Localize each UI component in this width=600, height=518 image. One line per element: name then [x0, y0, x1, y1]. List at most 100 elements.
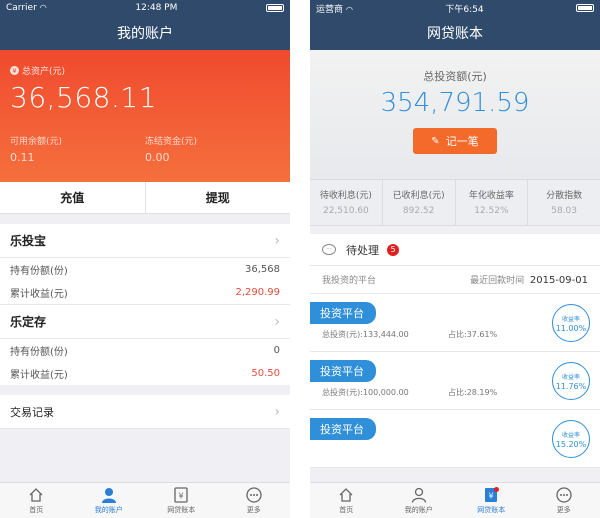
my-account-screen: Carrier ◠ 12:48 PM 我的账户 ¥ 总资产(元) 36,568.11…	[0, 0, 290, 518]
yield-label: 收益率	[561, 373, 580, 381]
tab-label: 首页	[29, 505, 44, 514]
tab-more[interactable]: 更多	[528, 483, 600, 518]
yield-circle: 收益率 11.00%	[552, 304, 590, 342]
stat-label: 分散指数	[546, 191, 583, 201]
tab-loan-ledger[interactable]: ¥ 网贷账本	[455, 483, 528, 518]
home-icon	[27, 487, 45, 503]
holding-label: 持有份额(份)	[10, 266, 68, 277]
more-icon	[555, 486, 573, 503]
product-card-letoubao: 乐投宝 › 持有份额(份) 36,568 累计收益(元) 2,290.99	[0, 224, 290, 304]
tab-more[interactable]: 更多	[218, 483, 291, 518]
record-entry-button[interactable]: ✎ 记一笔	[413, 128, 497, 154]
tab-bar: 首页 我的账户 ¥ 网贷账本 更多	[310, 482, 600, 518]
stat-diversification-index: 分散指数 58.03	[527, 180, 600, 225]
holding-value: 36,568	[245, 264, 280, 275]
yield-label: 收益率	[561, 431, 580, 439]
product-title: 乐投宝	[10, 234, 47, 248]
last-payment-date: 2015-09-01	[529, 275, 588, 286]
pending-row[interactable]: ··· 待处理 5	[310, 234, 600, 266]
record-button-label: 记一笔	[445, 135, 479, 148]
last-payment-label: 最近回款时间	[470, 276, 525, 286]
stat-pending-interest: 待收利息(元) 22,510.60	[310, 180, 382, 225]
tab-home[interactable]: 首页	[0, 483, 73, 518]
platform-tag: 投资平台	[310, 302, 376, 324]
moneybag-icon: ¥	[10, 66, 19, 75]
chevron-right-icon: ›	[274, 313, 280, 330]
total-invest-value: 354,791.59	[380, 88, 530, 118]
frozen-funds-label: 冻结资金(元)	[145, 137, 198, 147]
wifi-icon: ◠	[346, 4, 353, 14]
tab-label: 我的账户	[94, 505, 123, 514]
transaction-record-row[interactable]: 交易记录 ›	[0, 395, 290, 429]
list-item: 累计收益(元) 2,290.99	[0, 281, 290, 304]
transaction-record-label: 交易记录	[10, 405, 54, 419]
recharge-button[interactable]: 充值	[0, 182, 145, 213]
stat-value: 892.52	[402, 206, 435, 216]
yield-label: 收益率	[561, 315, 580, 323]
tab-my-account[interactable]: 我的账户	[383, 483, 456, 518]
withdraw-button[interactable]: 提现	[144, 182, 291, 213]
loan-ledger-screen: 运营商 ◠ 下午6:54 网贷账本 总投资额(元) 354,791.59 ✎ 记一…	[310, 0, 600, 518]
earnings-value: 50.50	[251, 368, 280, 379]
tab-my-account[interactable]: 我的账户	[73, 483, 146, 518]
platform-tag: 投资平台	[310, 360, 376, 382]
svg-text:¥: ¥	[489, 491, 494, 500]
platform-list-header: 我投资的平台 最近回款时间 2015-09-01	[310, 266, 600, 294]
holding-label: 持有份额(份)	[10, 347, 68, 358]
yield-value: 11.00%	[555, 323, 587, 333]
stat-label: 已收利息(元)	[392, 191, 445, 201]
stat-value: 12.52%	[474, 206, 509, 216]
yield-circle: 收益率 11.76%	[552, 362, 590, 400]
more-icon	[245, 486, 263, 503]
page-title: 网贷账本	[310, 16, 600, 50]
pending-count-badge: 5	[387, 243, 399, 256]
tab-bar: 首页 我的账户 ¥ 网贷账本 更多	[0, 482, 290, 518]
platform-tag: 投资平台	[310, 418, 376, 440]
platform-amount: 总投资(元):100,000.00	[322, 388, 409, 397]
product-card-ledingcun: 乐定存 › 持有份额(份) 0 累计收益(元) 50.50	[0, 304, 290, 385]
yield-value: 15.20%	[555, 439, 587, 449]
svg-text:¥: ¥	[179, 491, 184, 500]
holding-value: 0	[273, 345, 280, 356]
pencil-icon: ✎	[431, 135, 440, 147]
available-balance-label: 可用余额(元)	[10, 137, 63, 147]
platform-amount: 总投资(元):133,444.00	[322, 330, 409, 339]
yield-value: 11.76%	[555, 381, 587, 391]
chat-bubble-icon: ···	[322, 244, 336, 255]
list-item[interactable]: 投资平台 总投资(元):100,000.00 占比:28.19% 收益率 11.…	[310, 352, 600, 410]
product-title: 乐定存	[10, 315, 47, 329]
pending-label: 待处理	[346, 243, 379, 257]
status-time: 下午6:54	[445, 4, 484, 15]
action-row: 充值 提现	[0, 182, 290, 214]
tab-home[interactable]: 首页	[310, 483, 383, 518]
product-header-ledingcun[interactable]: 乐定存 ›	[0, 305, 290, 339]
stat-label: 年化收益率	[468, 191, 514, 201]
battery-icon	[576, 4, 594, 12]
stat-label: 待收利息(元)	[319, 191, 372, 201]
carrier-label: Carrier	[6, 3, 37, 13]
earnings-value: 2,290.99	[235, 287, 280, 298]
chevron-right-icon: ›	[274, 403, 280, 420]
wifi-icon: ◠	[39, 3, 47, 12]
chevron-right-icon: ›	[274, 232, 280, 249]
tab-label: 网贷账本	[477, 505, 506, 514]
list-item[interactable]: 投资平台 总投资(元):133,444.00 占比:37.61% 收益率 11.…	[310, 294, 600, 352]
product-header-letoubao[interactable]: 乐投宝 ›	[0, 224, 290, 258]
list-item: 累计收益(元) 50.50	[0, 362, 290, 385]
stat-value: 22,510.60	[322, 206, 369, 216]
tab-label: 我的账户	[404, 505, 433, 514]
tab-label: 更多	[556, 505, 571, 514]
platform-ratio: 占比:37.61%	[448, 330, 498, 339]
stat-annual-yield: 年化收益率 12.52%	[454, 180, 528, 225]
platform-ratio: 占比:28.19%	[448, 388, 498, 397]
list-item: 持有份额(份) 0	[0, 339, 290, 362]
investment-summary: 总投资额(元) 354,791.59 ✎ 记一笔	[310, 50, 600, 180]
ledger-icon: ¥	[172, 486, 190, 503]
tab-loan-ledger[interactable]: ¥ 网贷账本	[145, 483, 218, 518]
list-item: 持有份额(份) 36,568	[0, 258, 290, 281]
available-balance-value: 0.11	[10, 151, 35, 164]
status-time: 12:48 PM	[135, 3, 178, 13]
total-asset-value: 36,568.11	[10, 81, 158, 114]
list-item[interactable]: 投资平台 收益率 15.20%	[310, 410, 600, 468]
page-title: 我的账户	[0, 16, 290, 50]
